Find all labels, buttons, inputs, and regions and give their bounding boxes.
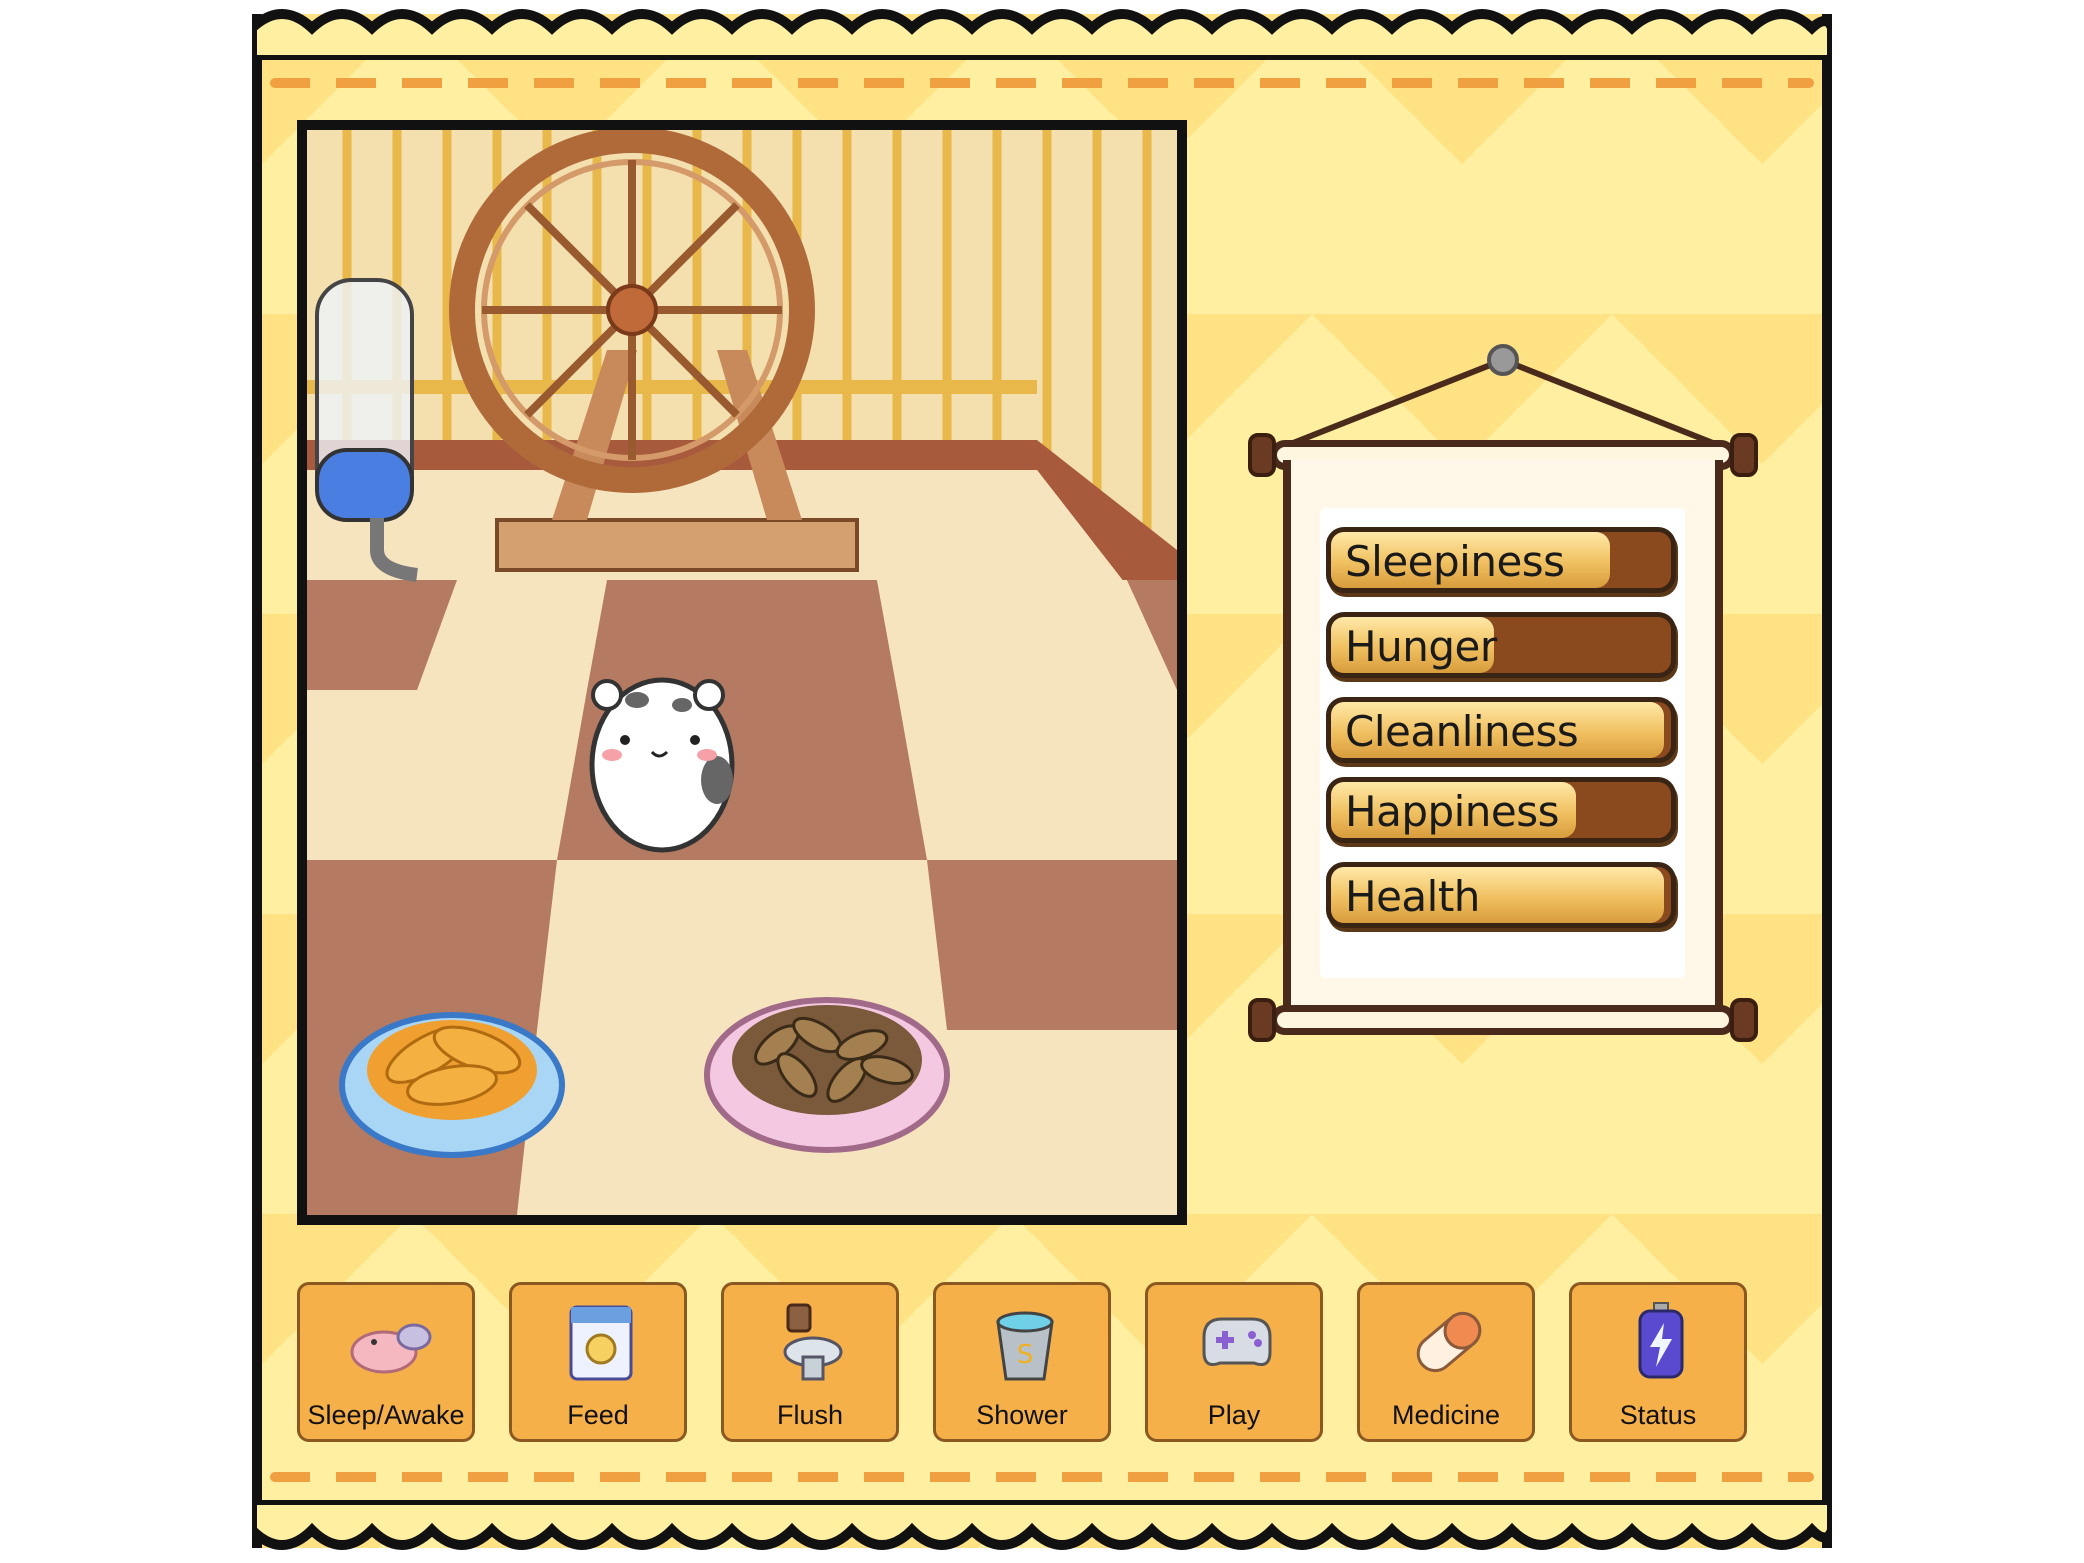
- play-button[interactable]: Play: [1145, 1282, 1323, 1442]
- scroll-rod-cap: [1730, 433, 1758, 477]
- feed-button[interactable]: Feed: [509, 1282, 687, 1442]
- sleeping-hamster-icon: [350, 1323, 432, 1374]
- stat-label: Happiness: [1345, 787, 1560, 836]
- scalloped-bottom-border: [252, 1500, 1832, 1550]
- flush-button[interactable]: Flush: [721, 1282, 899, 1442]
- stat-label: Cleanliness: [1345, 707, 1579, 756]
- scalloped-top-border: [252, 9, 1832, 60]
- pill-icon: [1416, 1311, 1482, 1373]
- stitch-line-bottom: [270, 1472, 1814, 1482]
- scroll-bottom-rod: [1270, 1005, 1736, 1035]
- shower-button[interactable]: S Shower: [933, 1282, 1111, 1442]
- medicine-button[interactable]: Medicine: [1357, 1282, 1535, 1442]
- bucket-icon: S: [996, 1311, 1054, 1381]
- sleep-awake-button[interactable]: Sleep/Awake: [297, 1282, 475, 1442]
- svg-text:S: S: [1017, 1340, 1034, 1370]
- stat-bar-sleepiness: Sleepiness: [1326, 527, 1676, 593]
- status-scroll: Sleepiness Hunger Cleanliness Happiness …: [1248, 340, 1758, 1060]
- food-bag-icon: [569, 1305, 633, 1381]
- hamster-pet[interactable]: [589, 677, 735, 853]
- button-label: Feed: [567, 1400, 629, 1430]
- gamepad-icon: [1202, 1317, 1272, 1367]
- status-button[interactable]: Status: [1569, 1282, 1747, 1442]
- stat-bar-cleanliness: Cleanliness: [1326, 697, 1676, 763]
- stat-label: Hunger: [1345, 622, 1497, 671]
- button-label: Status: [1619, 1400, 1697, 1430]
- battery-icon: [1638, 1302, 1684, 1379]
- stat-label: Sleepiness: [1345, 537, 1565, 586]
- button-label: Play: [1207, 1400, 1261, 1430]
- button-label: Medicine: [1391, 1400, 1501, 1430]
- scroll-rod-cap: [1248, 998, 1276, 1042]
- toilet-icon: [783, 1303, 843, 1381]
- cage-illustration: [307, 130, 1177, 1215]
- button-label: Flush: [776, 1400, 844, 1430]
- scroll-rod-cap: [1730, 998, 1758, 1042]
- stat-label: Health: [1345, 872, 1480, 921]
- button-label: Sleep/Awake: [307, 1400, 465, 1430]
- scroll-rod-cap: [1248, 433, 1276, 477]
- stat-bar-health: Health: [1326, 862, 1676, 928]
- hamster-cage-scene: [297, 120, 1187, 1225]
- stat-bar-happiness: Happiness: [1326, 777, 1676, 843]
- stitch-line-top: [270, 78, 1814, 88]
- stat-bar-hunger: Hunger: [1326, 612, 1676, 678]
- button-label: Shower: [976, 1400, 1068, 1430]
